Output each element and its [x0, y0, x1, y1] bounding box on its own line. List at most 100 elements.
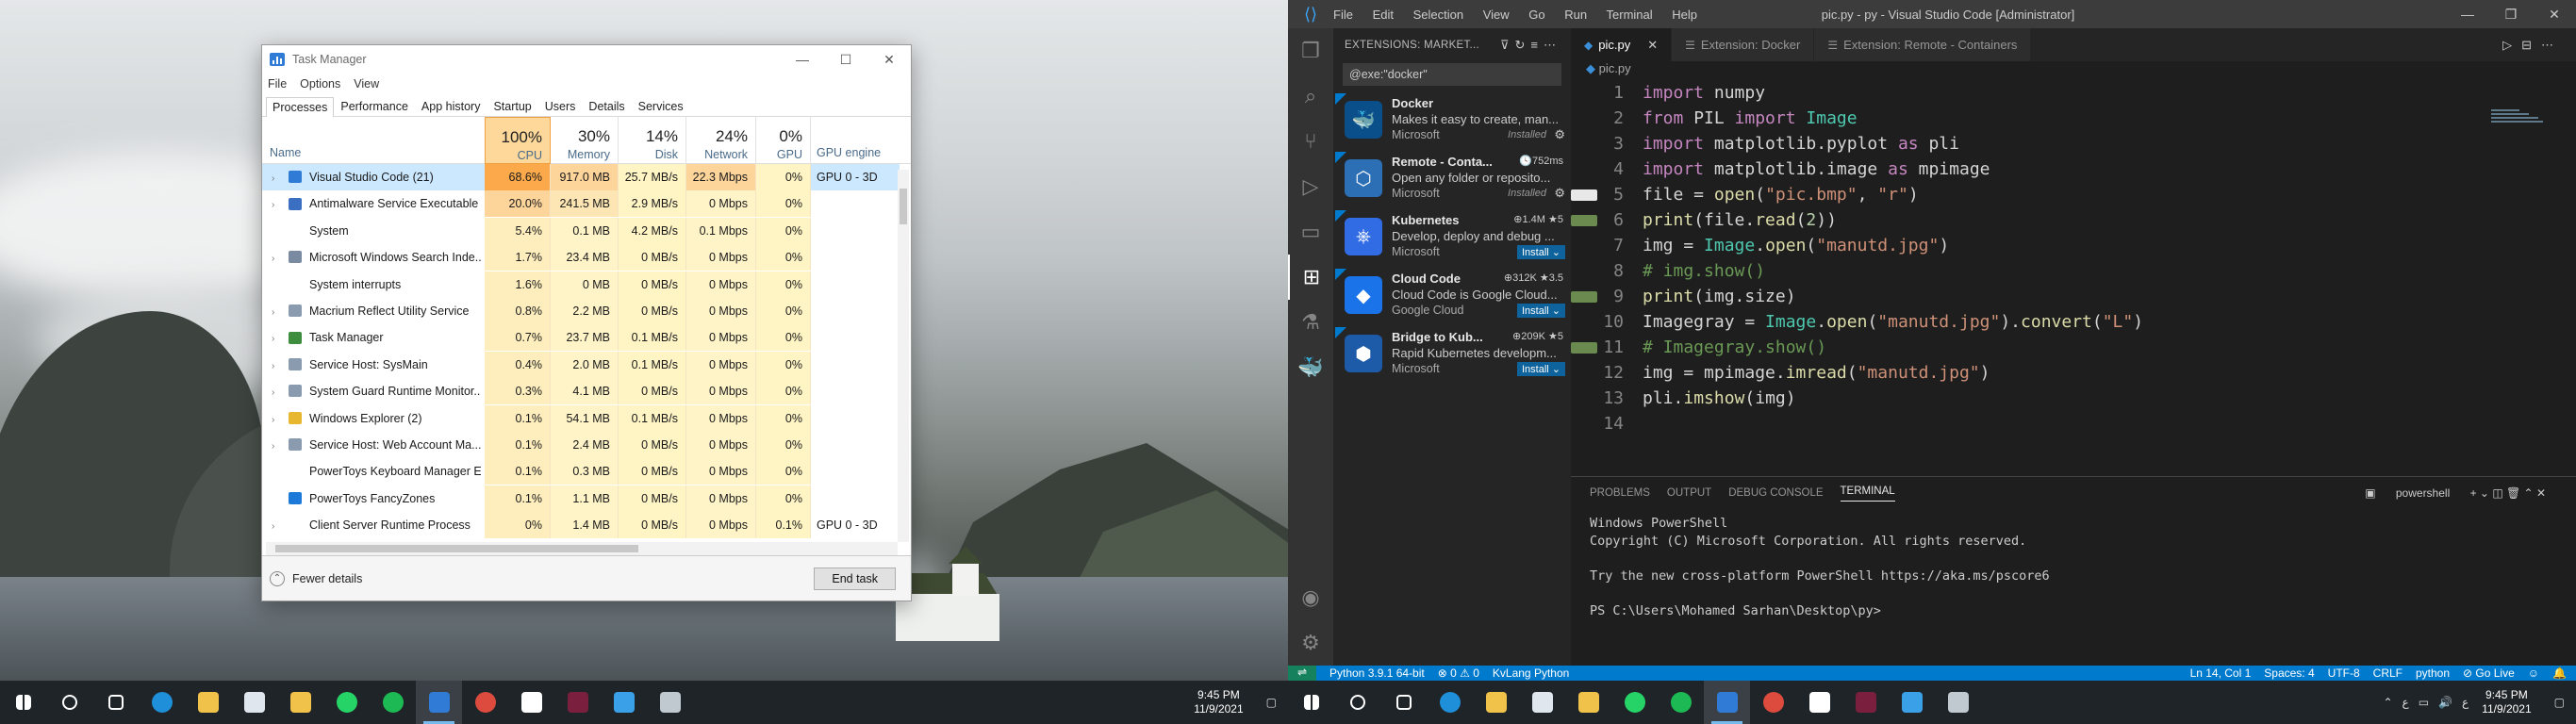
process-row[interactable]: › Visual Studio Code (21) 68.6% 917.0 MB 25.…	[262, 164, 900, 190]
tab-startup[interactable]: Startup	[487, 96, 537, 116]
extensions-icon[interactable]: ⊞	[1288, 255, 1333, 300]
task-view-icon[interactable]	[92, 681, 139, 724]
column-cpu[interactable]: 100% CPU	[485, 117, 551, 164]
spotify-icon[interactable]	[1658, 681, 1704, 724]
chrome-icon[interactable]	[1750, 681, 1796, 724]
account-icon[interactable]: ◉	[1288, 575, 1333, 620]
file-explorer-icon[interactable]	[1473, 681, 1519, 724]
whatsapp-icon[interactable]	[1611, 681, 1658, 724]
menu-options[interactable]: Options	[300, 77, 340, 90]
install-button[interactable]: Install ⌄	[1516, 362, 1565, 376]
sidebar-toolbar[interactable]: ⊽↻≡⋯	[1500, 38, 1561, 53]
go-live-button[interactable]: ⊘ Go Live	[2463, 666, 2515, 680]
vscode-window[interactable]: ⟨⟩ File Edit Selection View Go Run Termi…	[1288, 0, 2576, 681]
line-ending[interactable]: CRLF	[2373, 666, 2403, 680]
horizontal-scrollbar[interactable]	[266, 542, 898, 555]
terminal-shell-select[interactable]: powershell	[2396, 486, 2450, 500]
search-icon[interactable]	[1334, 681, 1380, 724]
indentation[interactable]: Spaces: 4	[2264, 666, 2314, 680]
menu-go[interactable]: Go	[1528, 8, 1544, 22]
panel-tab-terminal[interactable]: TERMINAL	[1840, 485, 1895, 502]
expand-chevron-icon[interactable]: ›	[272, 380, 283, 404]
tab-extension-remote-containers[interactable]: ☰ Extension: Remote - Containers	[1814, 28, 2032, 61]
install-button[interactable]: Install ⌄	[1516, 245, 1565, 259]
expand-chevron-icon[interactable]: ›	[272, 407, 283, 432]
tab-performance[interactable]: Performance	[334, 96, 415, 116]
notion-icon[interactable]	[1796, 681, 1842, 724]
network-icon[interactable]: ▭	[2419, 696, 2429, 709]
app-blue-icon[interactable]	[1889, 681, 1935, 724]
mail-icon[interactable]	[231, 681, 277, 724]
extension-item[interactable]: ⎈ Kubernetes Develop, deploy and debug ...…	[1333, 208, 1571, 267]
column-name[interactable]: Name	[270, 146, 301, 159]
vscode-icon[interactable]	[1704, 681, 1750, 724]
file-explorer-icon[interactable]	[185, 681, 231, 724]
tab-app-history[interactable]: App history	[415, 96, 487, 116]
python-interpreter[interactable]: Python 3.9.1 64-bit	[1329, 666, 1425, 680]
explorer-icon[interactable]: ❐	[1288, 28, 1333, 74]
edge-icon[interactable]	[1427, 681, 1473, 724]
process-list[interactable]: › Visual Studio Code (21) 68.6% 917.0 MB 25.…	[262, 164, 911, 539]
terminal-output[interactable]: Windows PowerShell Copyright (C) Microso…	[1571, 509, 2576, 625]
menu-selection[interactable]: Selection	[1413, 8, 1463, 22]
taskbar-clock[interactable]: 9:45 PM 11/9/2021	[1194, 688, 1244, 716]
task-manager-titlebar[interactable]: Task Manager — ☐ ✕	[262, 45, 911, 74]
vim-icon[interactable]	[1842, 681, 1889, 724]
close-icon[interactable]: ✕	[2533, 7, 2576, 23]
code-line[interactable]: 5 file = open("pic.bmp", "r")	[1571, 182, 2419, 207]
app-blue-icon[interactable]	[601, 681, 647, 724]
notion-icon[interactable]	[508, 681, 554, 724]
code-line[interactable]: 3 import matplotlib.pyplot as pli	[1571, 131, 2419, 156]
tab-processes[interactable]: Processes	[266, 97, 335, 117]
manage-gear-icon[interactable]: ⚙	[1554, 127, 1565, 142]
show-hidden-icons-icon[interactable]: ⌃	[2383, 696, 2392, 709]
docker-icon[interactable]: 🐳	[1288, 345, 1333, 390]
source-control-icon[interactable]: ⑂	[1288, 119, 1333, 164]
process-row[interactable]: PowerToys FancyZones 0.1% 1.1 MB 0 MB/s 0 Mb…	[262, 485, 900, 512]
expand-chevron-icon[interactable]: ›	[272, 434, 283, 458]
terminal-actions[interactable]: ▣ powershell + ⌄ ◫ 🗑 ⌃ ✕	[2365, 486, 2563, 500]
expand-chevron-icon[interactable]: ›	[272, 326, 283, 351]
process-row[interactable]: › Windows Explorer (2) 0.1% 54.1 MB 0.1 MB/s…	[262, 404, 900, 432]
store-icon[interactable]	[277, 681, 323, 724]
task-view-icon[interactable]	[1380, 681, 1427, 724]
tab-services[interactable]: Services	[632, 96, 690, 116]
search-icon[interactable]: ⌕	[1288, 74, 1333, 119]
code-line[interactable]: 2 from PIL import Image	[1571, 106, 2419, 131]
end-task-button[interactable]: End task	[814, 567, 896, 590]
extension-item[interactable]: 🐳 Docker Makes it easy to create, man... Mi…	[1333, 91, 1571, 150]
tab-users[interactable]: Users	[538, 96, 583, 116]
process-row[interactable]: System interrupts 1.6% 0 MB 0 MB/s 0 Mbps 0%	[262, 271, 900, 298]
fewer-details-button[interactable]: ⌃ Fewer details	[270, 570, 362, 586]
vscode-icon[interactable]	[416, 681, 462, 724]
kvlang-indicator[interactable]: KvLang Python	[1493, 666, 1569, 680]
menu-help[interactable]: Help	[1672, 8, 1697, 22]
cursor-position[interactable]: Ln 14, Col 1	[2190, 666, 2252, 680]
code-line[interactable]: 4 import matplotlib.image as mpimage	[1571, 156, 2419, 182]
extension-item[interactable]: ◆ Cloud Code Cloud Code is Google Cloud...…	[1333, 267, 1571, 325]
expand-chevron-icon[interactable]: ›	[272, 354, 283, 378]
code-line[interactable]: 8 # img.show()	[1571, 258, 2419, 284]
restore-icon[interactable]: ❐	[2489, 7, 2533, 23]
code-line[interactable]: 9 print(img.size)	[1571, 284, 2419, 309]
task-manager-window[interactable]: Task Manager — ☐ ✕ File Options View Pro…	[261, 44, 912, 601]
taskmanager-icon[interactable]	[1935, 681, 1981, 724]
maximize-icon[interactable]: ☐	[824, 52, 867, 68]
process-row[interactable]: › Microsoft Windows Search Inde... 1.7% 23.…	[262, 244, 900, 272]
install-button[interactable]: Install ⌄	[1516, 304, 1565, 318]
feedback-icon[interactable]: ☺	[2528, 666, 2539, 680]
input-lang-icon[interactable]: ع	[2462, 696, 2469, 709]
column-memory[interactable]: 30% Memory	[551, 117, 619, 164]
notification-center-icon[interactable]: ▢	[1266, 696, 1277, 709]
menu-file[interactable]: File	[268, 77, 287, 90]
editor-actions[interactable]: ▷⊟⋯	[2502, 28, 2576, 61]
menu-view[interactable]: View	[1483, 8, 1510, 22]
code-line[interactable]: 1 import numpy	[1571, 80, 2419, 106]
process-row[interactable]: System 5.4% 0.1 MB 4.2 MB/s 0.1 Mbps 0%	[262, 217, 900, 244]
extension-search-input[interactable]: @exe:"docker"	[1343, 63, 1561, 86]
vertical-scrollbar[interactable]	[898, 170, 909, 542]
minimize-icon[interactable]: —	[781, 52, 824, 68]
menu-edit[interactable]: Edit	[1373, 8, 1394, 22]
volume-icon[interactable]: 🔊	[2438, 696, 2452, 709]
code-line[interactable]: 11 # Imagegray.show()	[1571, 335, 2419, 360]
